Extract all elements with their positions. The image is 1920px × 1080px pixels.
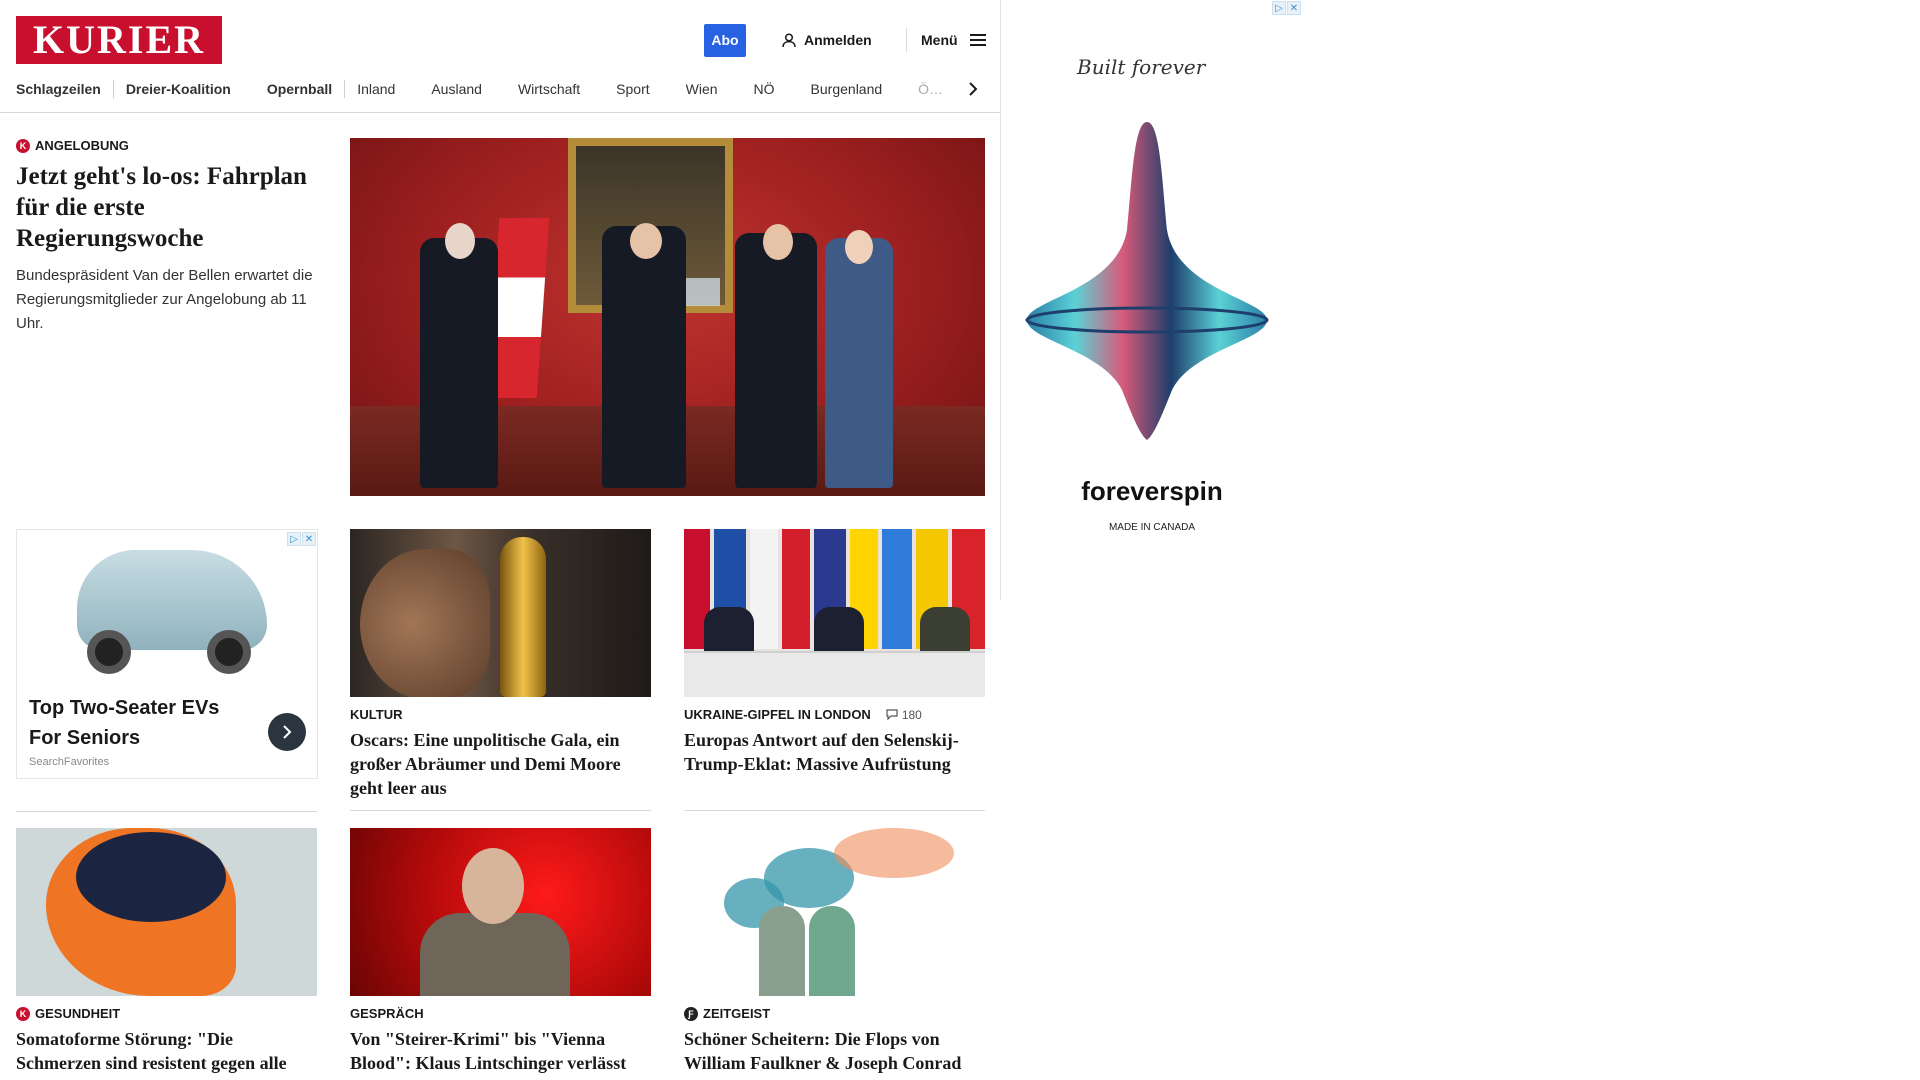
- content-border: [1000, 0, 1001, 600]
- header-divider: [0, 112, 1000, 113]
- article-kicker-label: GESUNDHEIT: [35, 1006, 121, 1021]
- article-image[interactable]: [350, 529, 651, 697]
- menu-label: Menü: [921, 32, 958, 48]
- nav-item-more[interactable]: Ö…: [918, 81, 943, 97]
- nav-item-wien[interactable]: Wien: [686, 81, 718, 97]
- native-ad-title[interactable]: Top Two-Seater EVs For Seniors: [29, 693, 249, 753]
- lead-teaser: Bundespräsident Van der Bellen erwartet …: [16, 267, 313, 332]
- article-kicker-label: UKRAINE-GIPFEL IN LONDON: [684, 707, 871, 722]
- sidebar-ad[interactable]: ▷ ✕ Built forever foreverspin MADE IN CA…: [1002, 0, 1302, 600]
- person-head: [763, 224, 793, 260]
- zeitgeist-icon: ƒ: [684, 1006, 698, 1021]
- lead-kicker-label: ANGELOBUNG: [35, 138, 129, 153]
- nav-divider: [344, 80, 346, 98]
- lead-headline[interactable]: Jetzt geht's lo-os: Fahrplan für die ers…: [16, 161, 321, 254]
- article-kicker: ƒ ZEITGEIST: [684, 1006, 985, 1021]
- ad-choices[interactable]: ▷ ✕: [1272, 1, 1301, 15]
- ad-made-in: MADE IN CANADA: [1108, 522, 1196, 533]
- article-kicker-label: GESPRÄCH: [350, 1006, 424, 1021]
- article-image[interactable]: [684, 828, 985, 996]
- lead-article-image[interactable]: [350, 138, 985, 496]
- card-divider: [684, 810, 985, 811]
- ad-choices[interactable]: ▷ ✕: [287, 532, 316, 546]
- nav-item-noe[interactable]: NÖ: [754, 81, 775, 97]
- article-kicker: K GESUNDHEIT: [16, 1006, 317, 1021]
- lead-article[interactable]: K ANGELOBUNG Jetzt geht's lo-os: Fahrpla…: [16, 138, 321, 336]
- menu-button[interactable]: Menü: [906, 28, 986, 52]
- article-card-ukraine-gipfel[interactable]: UKRAINE-GIPFEL IN LONDON 180 Europas Ant…: [684, 529, 985, 811]
- close-icon[interactable]: ✕: [302, 532, 316, 546]
- kurier-plus-icon: K: [16, 1006, 30, 1021]
- login-label: Anmelden: [804, 32, 872, 48]
- article-kicker: KULTUR: [350, 707, 651, 722]
- chevron-right-icon: [283, 725, 292, 739]
- ad-brand: foreverspin: [1081, 476, 1223, 506]
- article-card-gesundheit[interactable]: K GESUNDHEIT Somatoforme Störung: "Die S…: [16, 811, 317, 1080]
- person-figure: [420, 238, 498, 488]
- article-kicker: UKRAINE-GIPFEL IN LONDON 180: [684, 707, 985, 722]
- comment-count-value: 180: [901, 707, 922, 722]
- kurier-logo[interactable]: KURIER: [16, 16, 222, 64]
- section-nav: Schlagzeilen Dreier-Koalition Opernball …: [16, 78, 984, 100]
- nav-item-burgenland[interactable]: Burgenland: [811, 81, 883, 97]
- kurier-site: KURIER Abo Anmelden Menü Schlagzeilen Dr…: [0, 0, 1000, 1080]
- card-divider: [16, 811, 317, 812]
- card-divider: [350, 810, 651, 811]
- article-card-zeitgeist[interactable]: ƒ ZEITGEIST Schöner Scheitern: Die Flops…: [684, 828, 985, 1075]
- lead-kicker: K ANGELOBUNG: [16, 138, 321, 153]
- nav-item-wirtschaft[interactable]: Wirtschaft: [518, 81, 580, 97]
- nav-item-dreier-koalition[interactable]: Dreier-Koalition: [126, 81, 231, 97]
- native-ad-go-button[interactable]: [268, 713, 306, 751]
- comment-icon: [886, 709, 898, 720]
- nav-divider: [112, 80, 114, 98]
- person-head: [845, 230, 873, 264]
- spinning-top-image: [1025, 122, 1269, 440]
- kurier-plus-icon: K: [16, 138, 30, 153]
- article-card-oscars[interactable]: KULTUR Oscars: Eine unpolitische Gala, e…: [350, 529, 651, 811]
- person-figure: [825, 238, 893, 488]
- nav-item-sport[interactable]: Sport: [616, 81, 649, 97]
- native-ad-source: SearchFavorites: [29, 756, 110, 768]
- person-figure: [602, 226, 686, 488]
- nav-item-ausland[interactable]: Ausland: [431, 81, 482, 97]
- article-kicker: GESPRÄCH: [350, 1006, 651, 1021]
- nav-scroll-right-button[interactable]: [960, 76, 986, 102]
- nav-item-opernball[interactable]: Opernball: [267, 81, 332, 97]
- ad-slogan: Built forever: [1077, 55, 1206, 79]
- person-figure: [735, 233, 817, 488]
- nav-item-schlagzeilen[interactable]: Schlagzeilen: [16, 81, 101, 97]
- ad-image: [17, 530, 317, 687]
- person-head: [630, 223, 662, 259]
- article-headline[interactable]: Europas Antwort auf den Selenskij-Trump-…: [684, 728, 985, 776]
- article-headline[interactable]: Somatoforme Störung: "Die Schmerzen sind…: [16, 1027, 317, 1080]
- adchoices-icon: ▷: [287, 532, 301, 546]
- native-ad-card[interactable]: ▷ ✕ Top Two-Seater EVs For Seniors Searc…: [16, 529, 318, 779]
- article-headline[interactable]: Schöner Scheitern: Die Flops von William…: [684, 1027, 985, 1075]
- article-kicker-label: KULTUR: [350, 707, 403, 722]
- article-image[interactable]: [350, 828, 651, 996]
- article-image[interactable]: [16, 828, 317, 996]
- article-kicker-label: ZEITGEIST: [703, 1006, 771, 1021]
- login-button[interactable]: Anmelden: [782, 30, 872, 50]
- article-image[interactable]: [684, 529, 985, 697]
- article-headline[interactable]: Von "Steirer-Krimi" bis "Vienna Blood": …: [350, 1027, 651, 1080]
- comment-count[interactable]: 180: [886, 708, 922, 722]
- article-headline[interactable]: Oscars: Eine unpolitische Gala, ein groß…: [350, 728, 651, 800]
- hamburger-icon: [969, 34, 986, 46]
- nav-item-inland[interactable]: Inland: [357, 81, 395, 97]
- person-head: [445, 223, 475, 259]
- article-card-gespraech[interactable]: GESPRÄCH Von "Steirer-Krimi" bis "Vienna…: [350, 828, 651, 1080]
- user-icon: [782, 32, 796, 47]
- abo-button[interactable]: Abo: [704, 24, 746, 57]
- adchoices-icon: ▷: [1272, 1, 1286, 15]
- chevron-right-icon: [969, 82, 978, 96]
- close-icon[interactable]: ✕: [1287, 1, 1301, 15]
